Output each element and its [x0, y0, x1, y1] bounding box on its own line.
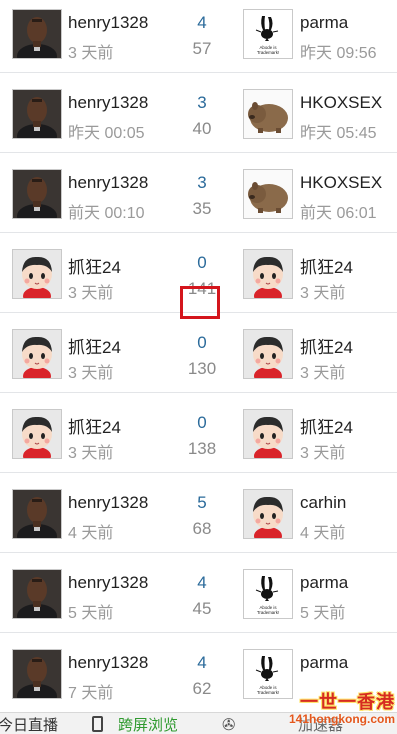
starter-avatar[interactable]	[12, 489, 62, 539]
last-poster-username[interactable]: 抓狂24	[300, 253, 353, 278]
phone-icon	[92, 716, 103, 732]
view-count: 130	[187, 359, 217, 378]
starter-username[interactable]: henry1328	[68, 573, 148, 593]
today-live-tab[interactable]: 今日直播	[0, 714, 58, 734]
starter-username[interactable]: 抓狂24	[68, 333, 121, 358]
post-time: 4 天前	[68, 525, 114, 542]
starter-username[interactable]: henry1328	[68, 493, 148, 513]
thread-row[interactable]: henry1328 3 天前 4 57 parma 昨天 09:56 Abode is Tra…	[0, 0, 397, 73]
reply-count: 0	[197, 333, 207, 352]
last-poster-avatar[interactable]: Abode is Trademark!	[243, 9, 293, 59]
reply-count: 5	[197, 493, 207, 512]
starter-username[interactable]: henry1328	[68, 93, 148, 113]
reply-count: 4	[197, 13, 207, 32]
last-reply-time: 3 天前	[300, 285, 346, 302]
last-poster-avatar[interactable]	[243, 329, 293, 379]
last-poster-username[interactable]: HKOXSEX	[300, 93, 382, 113]
last-poster-username[interactable]: 抓狂24	[300, 413, 353, 438]
starter-avatar[interactable]	[12, 249, 62, 299]
last-reply-time: 前天 06:01	[300, 205, 377, 222]
reply-count: 0	[197, 253, 207, 272]
thread-row[interactable]: henry1328 前天 00:10 3 35 HKOXSEX 前天 06:01	[0, 154, 397, 233]
starter-username[interactable]: henry1328	[68, 653, 148, 673]
thread-row[interactable]: henry1328 昨天 00:05 3 40 HKOXSEX 昨天 05:45	[0, 74, 397, 153]
starter-username[interactable]: 抓狂24	[68, 253, 121, 278]
last-reply-time: 5 天前	[300, 605, 346, 622]
last-poster-avatar[interactable]: Abode is Trademark!	[243, 569, 293, 619]
post-time: 前天 00:10	[68, 205, 145, 222]
view-count: 62	[192, 679, 212, 698]
view-count: 138	[187, 439, 217, 458]
cross-screen-tab[interactable]: 跨屏浏览	[118, 714, 178, 734]
thread-row[interactable]: 抓狂24 3 天前 0 130 抓狂24 3 天前	[0, 314, 397, 393]
view-count: 35	[192, 199, 212, 218]
thread-row[interactable]: henry1328 5 天前 4 45 parma 5 天前 Abode is Tradema…	[0, 554, 397, 633]
starter-avatar[interactable]	[12, 569, 62, 619]
last-poster-avatar[interactable]	[243, 249, 293, 299]
thread-row[interactable]: 抓狂24 3 天前 0 138 抓狂24 3 天前	[0, 394, 397, 473]
watermark-url: 141hongkong.com	[288, 712, 395, 726]
last-reply-time: 昨天 05:45	[300, 125, 377, 142]
post-time: 3 天前	[68, 285, 114, 302]
svg-text:Trademark!: Trademark!	[257, 50, 279, 55]
view-count: 40	[192, 119, 212, 138]
last-poster-username[interactable]: carhin	[300, 493, 346, 513]
starter-username[interactable]: henry1328	[68, 13, 148, 33]
post-time: 5 天前	[68, 605, 114, 622]
thread-row[interactable]: henry1328 4 天前 5 68 carhin 4 天前	[0, 474, 397, 553]
last-poster-avatar[interactable]	[243, 409, 293, 459]
last-poster-avatar[interactable]	[243, 169, 293, 219]
starter-avatar[interactable]	[12, 169, 62, 219]
last-reply-time: 3 天前	[300, 445, 346, 462]
svg-text:Trademark!: Trademark!	[257, 610, 279, 615]
starter-avatar[interactable]	[12, 329, 62, 379]
starter-avatar[interactable]	[12, 649, 62, 699]
starter-avatar[interactable]	[12, 9, 62, 59]
reply-count: 0	[197, 413, 207, 432]
last-poster-username[interactable]: parma	[300, 653, 348, 673]
post-time: 3 天前	[68, 45, 114, 62]
starter-username[interactable]: 抓狂24	[68, 413, 121, 438]
view-count: 57	[192, 39, 212, 58]
reply-count: 4	[197, 653, 207, 672]
watermark-title: 一世一香港	[300, 692, 395, 712]
last-reply-time: 3 天前	[300, 365, 346, 382]
post-time: 3 天前	[68, 445, 114, 462]
site-watermark: 一世一香港 141hongkong.com	[275, 688, 395, 732]
starter-username[interactable]: henry1328	[68, 173, 148, 193]
post-time: 昨天 00:05	[68, 125, 145, 142]
accelerator-icon[interactable]: ✇	[222, 715, 235, 734]
last-poster-username[interactable]: parma	[300, 13, 348, 33]
starter-avatar[interactable]	[12, 409, 62, 459]
reply-count: 3	[197, 173, 207, 192]
highlight-box	[180, 286, 220, 319]
view-count: 45	[192, 599, 212, 618]
last-poster-username[interactable]: HKOXSEX	[300, 173, 382, 193]
last-poster-avatar[interactable]	[243, 489, 293, 539]
last-reply-time: 昨天 09:56	[300, 45, 377, 62]
last-reply-time: 4 天前	[300, 525, 346, 542]
post-time: 7 天前	[68, 685, 114, 702]
reply-count: 4	[197, 573, 207, 592]
post-time: 3 天前	[68, 365, 114, 382]
starter-avatar[interactable]	[12, 89, 62, 139]
last-poster-username[interactable]: 抓狂24	[300, 333, 353, 358]
last-poster-username[interactable]: parma	[300, 573, 348, 593]
view-count: 68	[192, 519, 212, 538]
reply-count: 3	[197, 93, 207, 112]
last-poster-avatar[interactable]	[243, 89, 293, 139]
